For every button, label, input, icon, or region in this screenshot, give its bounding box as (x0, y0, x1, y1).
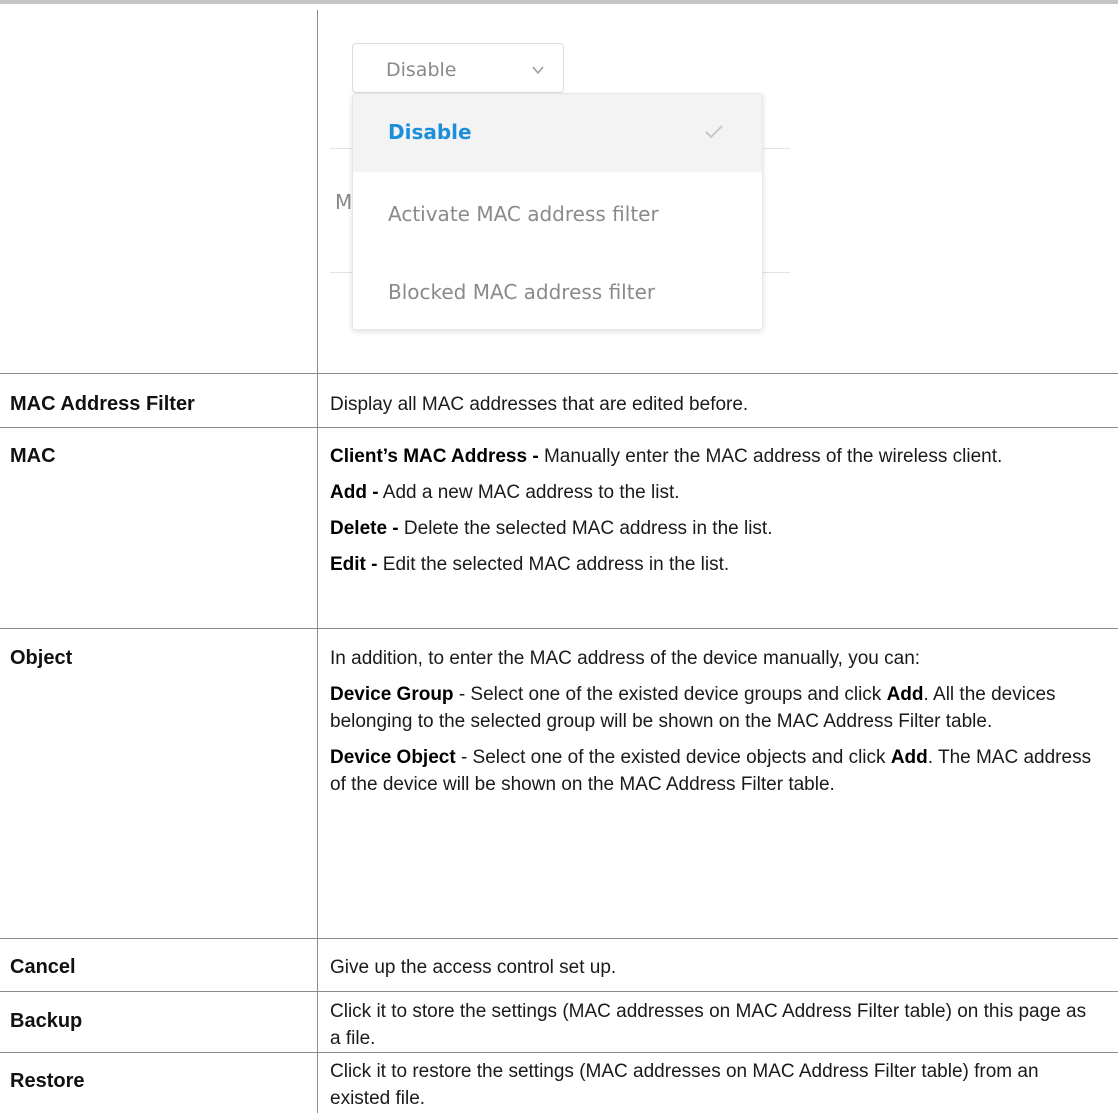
desc-term: Add (890, 747, 928, 768)
desc-text: In addition, to enter the MAC address of… (330, 648, 921, 669)
desc-term: Device Object (330, 747, 456, 768)
desc-line: Device Group - Select one of the existed… (330, 681, 1100, 735)
row-label-object: Object (10, 647, 73, 669)
background-label-fragment: M (335, 190, 353, 214)
desc-text: Edit the selected MAC address in the lis… (377, 554, 730, 575)
desc-text: Give up the access control set up. (330, 957, 617, 978)
desc-line: Delete - Delete the selected MAC address… (330, 515, 1100, 542)
desc-line: In addition, to enter the MAC address of… (330, 645, 1100, 672)
desc-line: Device Object - Select one of the existe… (330, 744, 1100, 798)
row-divider (0, 427, 1118, 428)
select-current-value: Disable (386, 59, 457, 81)
desc-term: Edit - (330, 554, 378, 575)
desc-line: Click it to store the settings (MAC addr… (330, 998, 1100, 1052)
row-label-mac: MAC (10, 445, 56, 467)
desc-text: - Select one of the existed device group… (453, 684, 887, 705)
row-desc-cancel: Give up the access control set up. (330, 954, 1100, 981)
filter-mode-select[interactable]: Disable (352, 43, 564, 93)
row-desc-mac: Client’s MAC Address - Manually enter th… (330, 443, 1100, 578)
row-desc-mac-address-filter: Display all MAC addresses that are edite… (330, 391, 1100, 418)
row-divider (0, 938, 1118, 939)
row-divider (0, 628, 1118, 629)
desc-text: Manually enter the MAC address of the wi… (538, 446, 1003, 467)
dropdown-option-activate[interactable]: Activate MAC address filter (353, 176, 762, 254)
desc-term: Delete - (330, 518, 399, 539)
desc-text: - Select one of the existed device objec… (455, 747, 891, 768)
desc-line: Edit - Edit the selected MAC address in … (330, 551, 1100, 578)
desc-line: Give up the access control set up. (330, 954, 1100, 981)
desc-text: Add a new MAC address to the list. (378, 482, 680, 503)
dropdown-menu: Disable Activate MAC address filter Bloc… (352, 93, 763, 330)
desc-text: Display all MAC addresses that are edite… (330, 394, 749, 415)
row-label-restore: Restore (10, 1070, 85, 1092)
dropdown-option-blocked[interactable]: Blocked MAC address filter (353, 254, 762, 332)
desc-text: Click it to restore the settings (MAC ad… (330, 1061, 1039, 1109)
check-icon (705, 125, 723, 139)
row-desc-object: In addition, to enter the MAC address of… (330, 645, 1100, 798)
desc-term: Add (886, 684, 924, 705)
row-desc-restore: Click it to restore the settings (MAC ad… (330, 1058, 1100, 1112)
desc-text: Click it to store the settings (MAC addr… (330, 1001, 1087, 1049)
desc-term: Device Group (330, 684, 454, 705)
desc-term: Add - (330, 482, 379, 503)
desc-line: Display all MAC addresses that are edite… (330, 391, 1100, 418)
row-label-mac-address-filter: MAC Address Filter (10, 393, 195, 415)
row-divider (0, 991, 1118, 992)
desc-line: Click it to restore the settings (MAC ad… (330, 1058, 1100, 1112)
dropdown-option-disable[interactable]: Disable (353, 94, 762, 172)
option-label: Disable (388, 120, 472, 144)
row-label-cancel: Cancel (10, 956, 76, 978)
row-desc-backup: Click it to store the settings (MAC addr… (330, 998, 1100, 1052)
row-divider (0, 373, 1118, 374)
desc-line: Client’s MAC Address - Manually enter th… (330, 443, 1100, 470)
desc-line: Add - Add a new MAC address to the list. (330, 479, 1100, 506)
chevron-down-icon (532, 66, 544, 75)
option-label: Blocked MAC address filter (388, 280, 656, 304)
column-divider (317, 10, 318, 1113)
row-label-backup: Backup (10, 1010, 83, 1032)
desc-term: Client’s MAC Address - (330, 446, 539, 467)
option-label: Activate MAC address filter (388, 202, 659, 226)
row-divider (0, 1052, 1118, 1053)
top-rule (0, 0, 1118, 4)
desc-text: Delete the selected MAC address in the l… (398, 518, 773, 539)
